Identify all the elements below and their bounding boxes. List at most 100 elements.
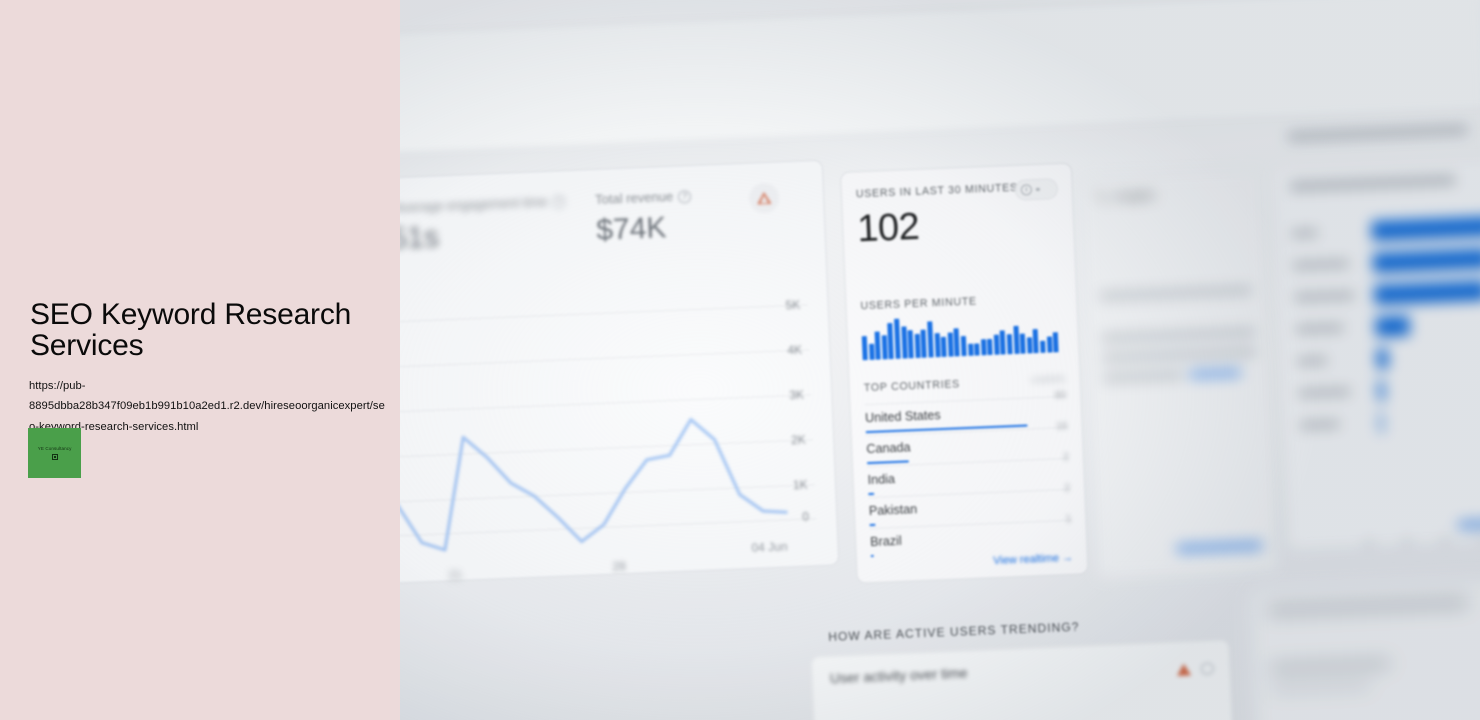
dashboard-photo: Average engagement time? 51s Total reven… — [400, 0, 1480, 720]
country-name: India — [867, 472, 896, 488]
country-name: Canada — [866, 440, 911, 457]
bar — [1046, 336, 1053, 353]
funnel-bar — [1379, 412, 1383, 433]
warning-triangle-icon[interactable] — [748, 182, 780, 214]
bar — [974, 343, 980, 356]
bar — [1020, 333, 1026, 354]
country-bar — [866, 460, 910, 465]
country-name: United States — [864, 408, 941, 426]
bar — [980, 339, 987, 356]
funnel-row-label — [1291, 229, 1318, 238]
bar — [887, 322, 895, 360]
bar — [920, 329, 928, 358]
insights-cta-link[interactable] — [1176, 540, 1263, 554]
funnel-row — [1295, 311, 1480, 340]
bar — [947, 332, 954, 357]
y-axis-tick: 5K — [785, 297, 801, 313]
funnel-row-label — [1298, 387, 1351, 398]
user-activity-card: User activity over time — [810, 638, 1236, 720]
users-column-header: USERS — [1030, 373, 1066, 386]
users-per-minute-label: USERS PER MINUTE — [860, 295, 977, 313]
bar — [934, 333, 941, 358]
bar — [927, 321, 934, 358]
insights-text-line — [1101, 327, 1256, 343]
users-last-30-min-value: 102 — [856, 205, 921, 251]
users-per-minute-chart — [861, 312, 1059, 361]
bar — [907, 330, 914, 359]
funnel-row-label — [1295, 324, 1344, 334]
funnel-bar — [1373, 280, 1480, 305]
bar — [967, 343, 974, 356]
total-revenue-label: Total revenue? — [595, 188, 692, 207]
insights-header: Insights — [1095, 188, 1155, 204]
bar — [1033, 329, 1040, 354]
bottom-right-card — [1250, 577, 1480, 720]
bar — [987, 338, 993, 356]
total-revenue-value: $74K — [595, 211, 668, 247]
funnel-row — [1298, 375, 1480, 404]
country-users-value: 16 — [1055, 419, 1068, 433]
bar — [861, 336, 868, 361]
sparkle-icon — [1095, 191, 1109, 203]
bottom-right-subtitle-line — [1270, 659, 1391, 673]
country-bar — [870, 554, 875, 558]
bar — [1052, 332, 1059, 353]
funnel-row — [1292, 247, 1480, 276]
question-mark-icon[interactable]: ? — [677, 190, 692, 204]
bar — [874, 331, 881, 360]
funnel-row-label — [1299, 420, 1340, 430]
users-last-30-min-label: USERS IN LAST 30 MINUTES — [855, 181, 1018, 201]
insights-inline-link[interactable] — [1189, 368, 1242, 379]
chevron-down-icon — [1035, 187, 1040, 192]
page-url[interactable]: https://pub-8895dbba28b347f09eb1b991b10a… — [29, 376, 389, 437]
funnel-bars — [1273, 158, 1480, 433]
funnel-section-title — [1287, 124, 1468, 142]
bar — [1026, 337, 1033, 354]
top-countries-label: TOP COUNTRIES — [863, 378, 961, 395]
realtime-time-selector[interactable] — [1014, 178, 1059, 201]
brand-logo[interactable]: YE Consultancy — [28, 428, 81, 478]
left-info-panel: SEO Keyword Research Services https://pu… — [0, 0, 400, 720]
country-users-value: 2 — [1062, 450, 1070, 464]
top-countries-list: United States 80 Canada 16 India 2 Pakistan 2 Br… — [841, 164, 1073, 560]
brand-logo-text: YE Consultancy — [37, 445, 72, 452]
funnel-row-label — [1292, 259, 1350, 270]
revenue-line-chart — [400, 417, 788, 552]
info-circle-icon[interactable] — [1200, 662, 1215, 675]
bar — [1000, 330, 1007, 355]
x-axis-tick — [1364, 538, 1374, 548]
funnel-row-label — [1294, 291, 1355, 302]
bar — [960, 335, 967, 357]
funnel-row — [1294, 279, 1480, 308]
funnel-bar — [1377, 380, 1385, 401]
warning-triangle-icon[interactable] — [1176, 663, 1192, 676]
user-activity-actions — [1176, 662, 1215, 676]
insights-card: Insights — [1080, 168, 1279, 580]
view-realtime-link[interactable]: View realtime → — [993, 552, 1073, 567]
x-axis-tick: 21 — [448, 567, 463, 583]
country-bar — [868, 492, 875, 496]
bar — [940, 336, 947, 357]
country-users-value: 80 — [1054, 388, 1067, 402]
x-axis-tick — [1440, 535, 1450, 545]
country-name: Brazil — [869, 533, 902, 550]
country-users-value: 2 — [1064, 481, 1071, 495]
bar — [993, 334, 1000, 355]
bar — [868, 343, 875, 360]
bar — [894, 318, 901, 359]
funnel-card-title — [1289, 175, 1456, 192]
bar — [1006, 334, 1013, 355]
funnel-cta-link[interactable] — [1457, 517, 1480, 530]
funnel-bar — [1376, 348, 1389, 369]
insights-text-line — [1102, 347, 1257, 363]
trending-section-header: HOW ARE ACTIVE USERS TRENDING? — [828, 619, 1080, 644]
brand-logo-mark-icon — [51, 454, 58, 460]
user-activity-title: User activity over time — [829, 664, 968, 687]
bar — [953, 328, 960, 357]
funnel-bar — [1371, 215, 1480, 241]
bottom-right-text-line — [1270, 682, 1372, 693]
funnel-row — [1296, 343, 1480, 372]
question-mark-icon[interactable]: ? — [552, 195, 566, 209]
engagement-time-label: Average engagement time? — [400, 193, 566, 215]
country-name: Pakistan — [868, 502, 918, 519]
